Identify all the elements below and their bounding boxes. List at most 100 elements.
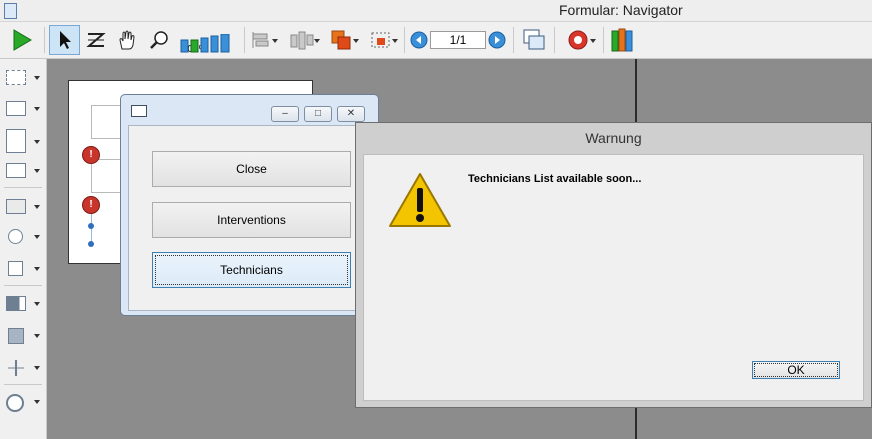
textfield-tool[interactable]	[6, 99, 40, 119]
books-button[interactable]	[608, 25, 640, 55]
prev-page-button[interactable]	[409, 25, 429, 55]
document-icon	[4, 3, 17, 19]
chevron-down-icon	[34, 366, 40, 370]
warning-icon	[389, 173, 451, 227]
align-icon	[252, 32, 269, 48]
window-icon	[131, 105, 147, 117]
chevron-down-icon	[34, 169, 40, 173]
next-page-button[interactable]	[487, 25, 507, 55]
chevron-down-icon	[272, 39, 278, 43]
hand-pan-icon	[119, 30, 135, 50]
close-button[interactable]: Close	[152, 151, 351, 187]
listbox-icon	[6, 129, 26, 153]
select-pointer-button[interactable]	[49, 25, 80, 55]
page-indicator: 1/1	[430, 31, 486, 49]
chevron-down-icon	[314, 39, 320, 43]
warning-dialog: Warnung Technicians List available soon.…	[355, 122, 872, 408]
snap-button[interactable]	[363, 25, 399, 55]
combobox-icon	[6, 163, 26, 178]
subform-tool[interactable]	[6, 392, 40, 412]
chevron-down-icon	[590, 39, 596, 43]
toolbox-separator	[4, 285, 42, 286]
chevron-down-icon	[34, 267, 40, 271]
zoom-level-bars[interactable]	[178, 34, 240, 54]
anchor-handle[interactable]	[88, 223, 94, 229]
checkbox-tool[interactable]	[6, 259, 40, 279]
toolbar-separator	[244, 27, 245, 53]
toolbar-separator	[404, 27, 405, 53]
zoom-button[interactable]	[145, 25, 173, 55]
minimize-button[interactable]: –	[271, 106, 299, 122]
hand-pan-button[interactable]	[113, 25, 141, 55]
chevron-down-icon	[34, 107, 40, 111]
subform-icon	[6, 394, 24, 412]
window-title: Formular: Navigator	[559, 2, 683, 18]
align-button[interactable]	[247, 25, 278, 55]
warning-message: Technicians List available soon...	[468, 173, 642, 185]
zoom-bars-icon	[180, 34, 230, 53]
tab-order-icon	[86, 33, 106, 47]
navigator-form-window: – □ ✕ Close Interventions Technicians	[120, 94, 379, 316]
error-marker-icon: !	[82, 196, 100, 214]
rectangle-tool[interactable]	[6, 326, 40, 346]
maximize-button[interactable]: □	[304, 106, 332, 122]
checkbox-icon	[8, 261, 23, 276]
listbox-tool[interactable]	[6, 129, 40, 155]
error-marker-icon: !	[82, 146, 100, 164]
toolbar-separator	[554, 27, 555, 53]
select-pointer-icon	[59, 31, 71, 49]
progress-tool[interactable]	[6, 294, 40, 314]
toolbar-separator	[603, 27, 604, 53]
interventions-button[interactable]: Interventions	[152, 202, 351, 238]
zoom-icon	[150, 31, 168, 49]
minimize-icon: –	[282, 108, 288, 119]
next-page-icon	[488, 31, 506, 49]
toolbar-separator	[44, 27, 45, 53]
progress-icon	[6, 296, 26, 311]
form-window-titlebar[interactable]: – □ ✕	[121, 95, 378, 125]
button-tool[interactable]	[6, 197, 40, 217]
prev-page-icon	[410, 31, 428, 49]
books-icon	[611, 28, 633, 52]
chevron-down-icon	[34, 235, 40, 239]
ok-button[interactable]: OK	[752, 361, 840, 379]
distribute-button[interactable]	[284, 25, 320, 55]
run-icon	[13, 29, 32, 51]
dialog-client: Technicians List available soon... OK	[363, 154, 864, 401]
technicians-button[interactable]: Technicians	[152, 252, 351, 288]
close-icon: ✕	[346, 108, 356, 119]
toolbar-separator	[513, 27, 514, 53]
chevron-down-icon	[34, 205, 40, 209]
app-title-bar: Formular: Navigator	[0, 0, 872, 22]
combobox-tool[interactable]	[6, 161, 40, 181]
textfield-icon	[6, 101, 26, 116]
settings-button[interactable]	[558, 25, 598, 55]
chevron-down-icon	[34, 302, 40, 306]
maximize-icon: □	[314, 108, 322, 119]
dialog-title: Warnung	[585, 130, 642, 146]
arrange-button[interactable]	[324, 25, 360, 55]
chevron-down-icon	[34, 76, 40, 80]
chevron-down-icon	[392, 39, 398, 43]
text-label-tool[interactable]	[6, 68, 40, 88]
radio-tool[interactable]	[6, 227, 40, 247]
toolbox-separator	[4, 384, 42, 385]
snap-icon	[371, 32, 390, 48]
text-label-icon	[6, 70, 26, 85]
overlap-windows-icon	[523, 29, 545, 50]
overlap-windows-button[interactable]	[518, 25, 550, 55]
form-window-client: Close Interventions Technicians	[128, 125, 373, 311]
toolbox-separator	[4, 187, 42, 188]
run-button[interactable]	[8, 25, 36, 55]
rectangle-icon	[8, 328, 24, 344]
anchor-handle[interactable]	[88, 241, 94, 247]
splitter-tool[interactable]	[6, 358, 40, 378]
control-toolbox	[0, 59, 47, 439]
main-toolbar: 100% 1/1	[0, 22, 872, 59]
chevron-down-icon	[34, 400, 40, 404]
chevron-down-icon	[34, 140, 40, 144]
chevron-down-icon	[34, 334, 40, 338]
close-window-button[interactable]: ✕	[337, 106, 365, 122]
distribute-icon	[290, 31, 314, 50]
tab-order-button[interactable]	[83, 25, 109, 55]
